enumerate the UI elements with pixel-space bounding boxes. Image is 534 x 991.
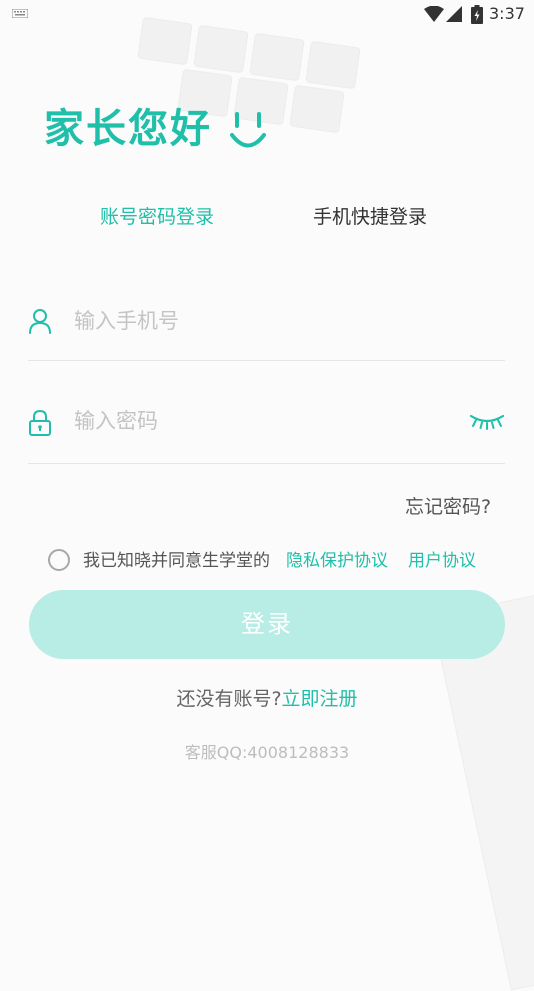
lock-icon [29,410,51,436]
smile-icon [230,112,266,148]
register-prompt: 还没有账号? [176,688,282,710]
agreement-row: 我已知晓并同意生学堂的 隐私保护协议 用户协议 [48,547,518,577]
login-button[interactable]: 登录 [29,590,505,659]
agreement-checkbox[interactable] [48,549,70,571]
keyboard-icon [12,9,28,18]
user-icon [29,309,51,334]
phone-field [28,290,505,361]
forgot-password-link[interactable]: 忘记密码? [405,492,491,522]
register-link[interactable]: 立即注册 [282,688,358,710]
agreement-text: 我已知晓并同意生学堂的 [83,551,270,571]
register-row: 还没有账号?立即注册 [0,684,534,714]
battery-icon [471,5,483,24]
password-field [28,390,505,464]
customer-service-qq: 客服QQ:4008128833 [184,743,350,762]
status-bar: 3:37 [0,0,534,28]
page-title: 家长您好 [44,106,212,152]
password-input[interactable] [74,404,434,438]
wifi-icon [424,6,444,22]
login-screen: 家长您好 账号密码登录 手机快捷登录 忘记密码? [0,0,534,950]
tab-phone-quick-login[interactable]: 手机快捷登录 [313,202,427,232]
eye-closed-icon[interactable] [468,412,506,430]
signal-icon [446,6,462,22]
tab-account-password-login[interactable]: 账号密码登录 [100,202,214,232]
status-time: 3:37 [489,4,525,23]
phone-input[interactable] [74,304,434,338]
user-agreement-link[interactable]: 用户协议 [408,549,476,573]
privacy-policy-link[interactable]: 隐私保护协议 [286,549,388,573]
